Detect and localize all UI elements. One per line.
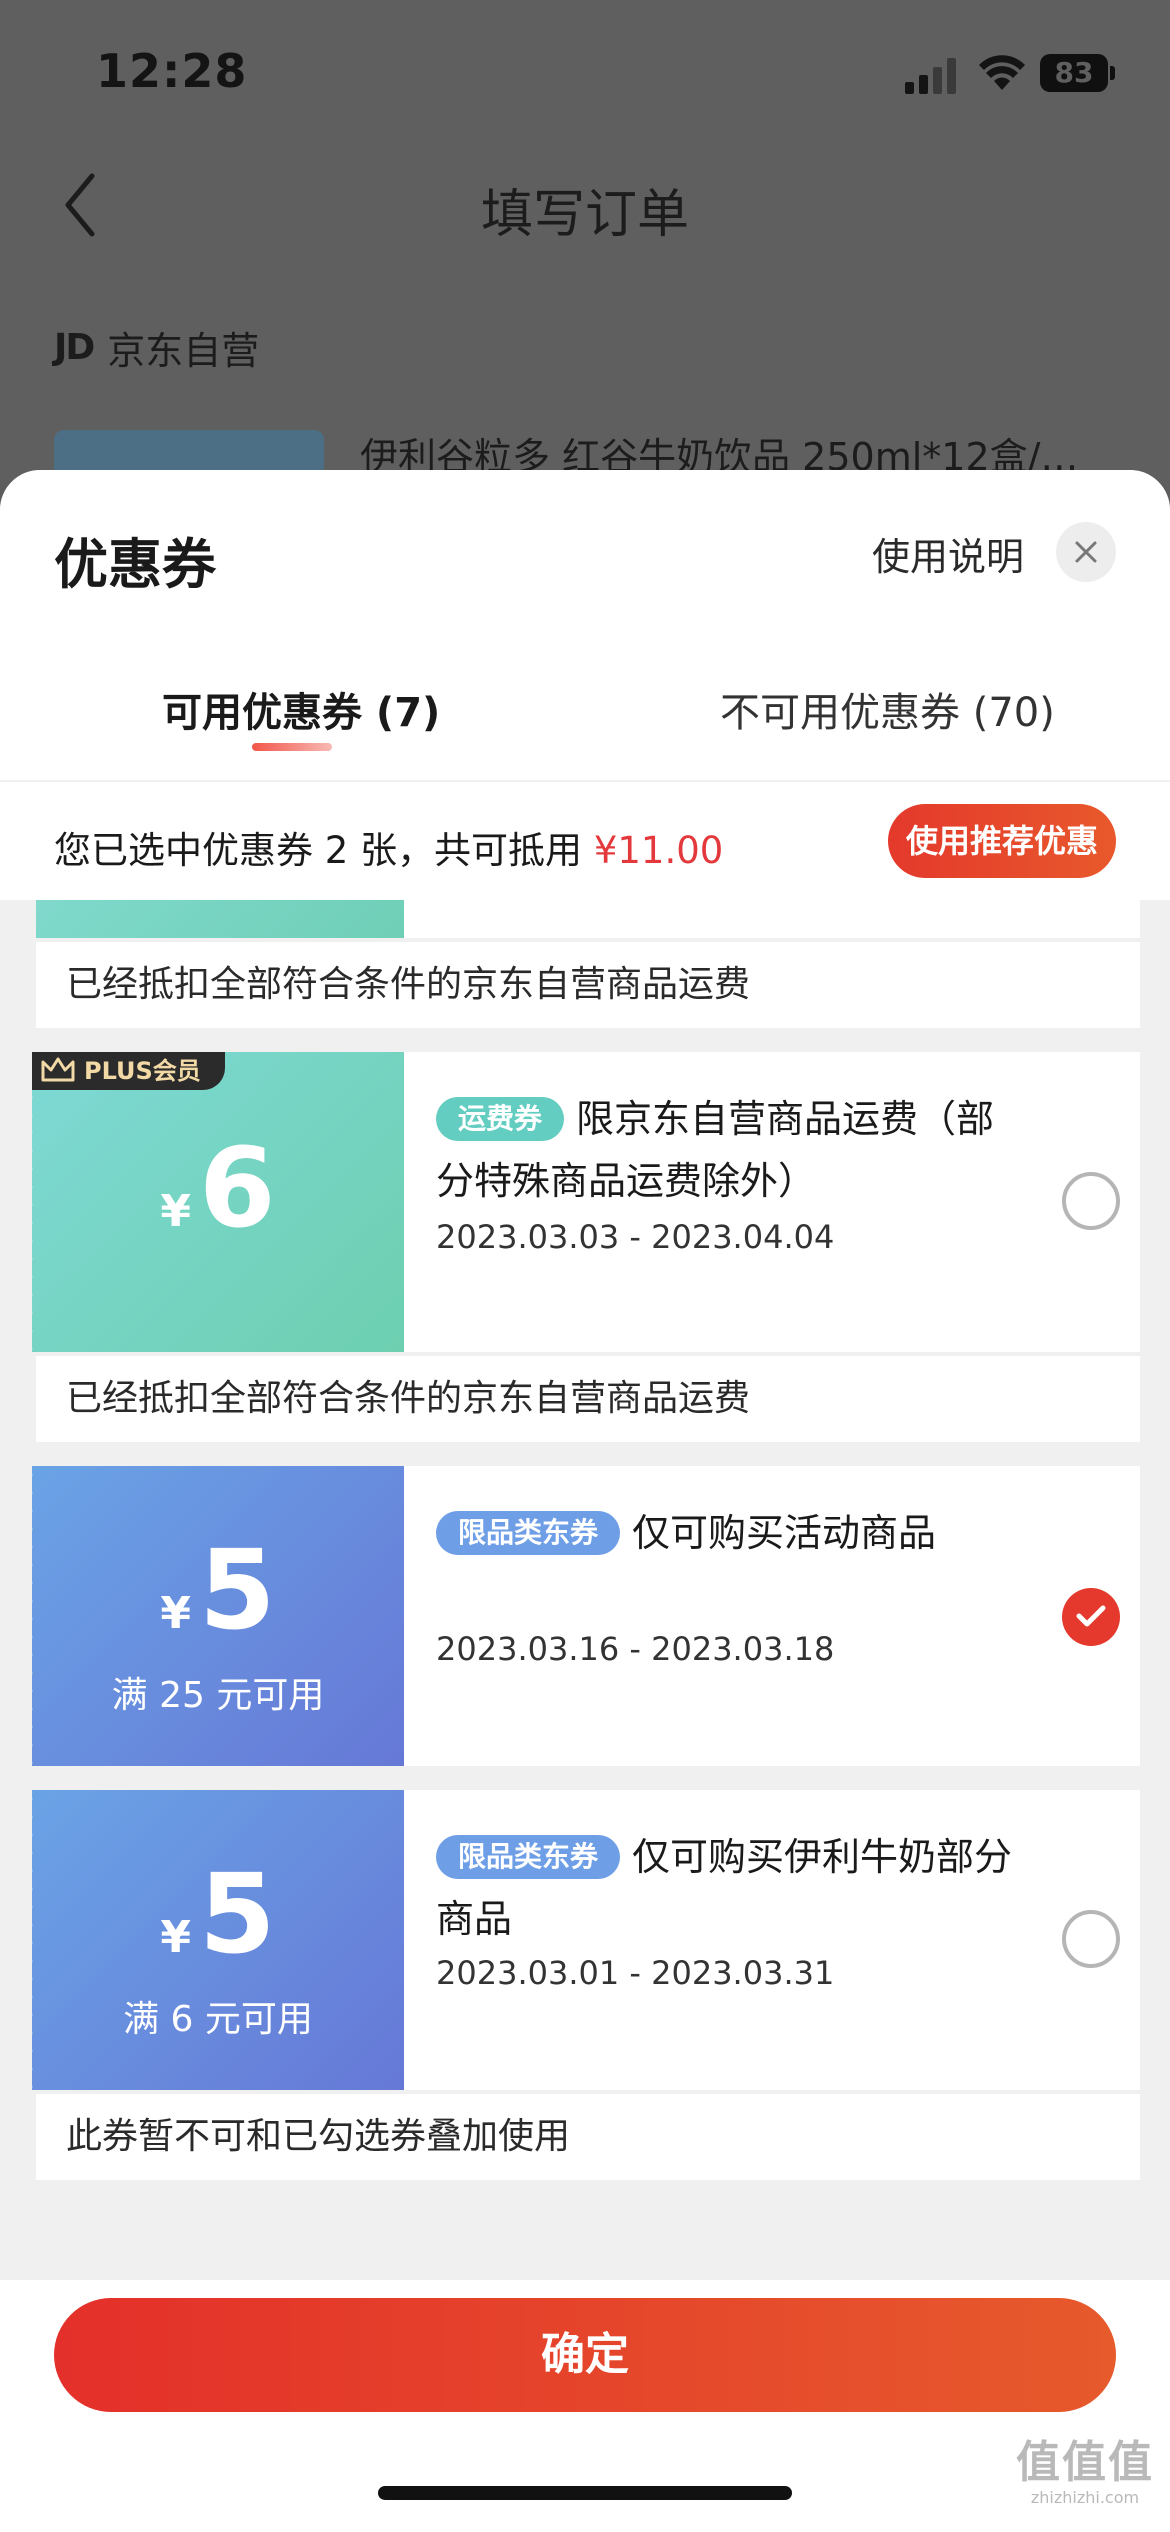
active-tab-indicator [252,743,332,751]
crown-icon [41,1057,75,1082]
coupon-amount: ¥6 [32,1124,404,1252]
tab-available-coupons[interactable]: 可用优惠券 (7) [162,680,440,740]
coupon-card[interactable]: ¥5 满 25 元可用 限品类东券 仅可购买活动商品 2023.03.16 - 2… [26,1466,1140,1766]
tab-unavailable-coupons[interactable]: 不可用优惠券 (70) [720,680,1055,740]
coupon-amount: ¥5 [32,1850,404,1978]
coupon-amount-panel: ¥5 满 25 元可用 [26,1466,404,1766]
coupon-validity: 2023.03.03 - 2023.04.04 [436,1218,835,1256]
currency-symbol: ¥ [160,1588,192,1639]
coupon-validity: 2023.03.16 - 2023.03.18 [436,1630,835,1668]
watermark-logo: 值值值 [1016,2437,1154,2488]
coupon-info: 限品类东券 仅可购买活动商品 [436,1502,1016,1564]
coupon-amount: ¥5 [32,1526,404,1654]
shop-name: 京东自营 [107,328,260,373]
page-title: 填写订单 [480,185,689,245]
currency-symbol: ¥ [160,1186,192,1237]
jd-logo: JD [54,326,95,368]
status-bar: 12:28 83 [0,0,1170,140]
coupon-note: 此券暂不可和已勾选券叠加使用 [36,2094,1140,2180]
amount-value: 5 [199,1526,276,1654]
coupon-description: 仅可购买活动商品 [632,1511,937,1555]
amount-value: 6 [199,1124,276,1252]
coupon-note: 已经抵扣全部符合条件的京东自营商品运费 [36,1356,1140,1442]
checkmark-icon [1076,1605,1106,1627]
order-page-background: 12:28 83 填写订单 JD 京东自营 伊利谷粒多 红谷牛奶饮品 250ml… [0,0,1170,490]
coupon-select-radio[interactable] [1062,1588,1120,1646]
coupon-stub-partial [36,900,404,938]
coupon-validity: 2023.03.01 - 2023.03.31 [436,1954,835,1992]
battery-indicator: 83 [1040,54,1115,92]
home-indicator[interactable] [378,2486,792,2500]
status-time: 12:28 [96,44,248,98]
coupon-info: 限品类东券 仅可购买伊利牛奶部分商品 [436,1826,1016,1950]
close-button[interactable] [1056,522,1116,582]
usage-help-link[interactable]: 使用说明 [872,526,1024,581]
summary-text: 您已选中优惠券 2 张，共可抵用 ¥11.00 [54,820,723,874]
cellular-signal-icon [905,58,956,94]
coupon-select-radio[interactable] [1062,1172,1120,1230]
sheet-title: 优惠券 [54,533,216,596]
coupon-amount-panel: ¥5 满 6 元可用 [26,1790,404,2090]
coupon-sheet: 优惠券 使用说明 可用优惠券 (7) 不可用优惠券 (70) 您已选中优惠券 2… [0,470,1170,2532]
coupon-card[interactable]: PLUS会员 ¥6 运费券 限京东自营商品运费（部分特殊商品运费除外） 2023.… [26,1052,1140,1352]
watermark-url: zhizhizhi.com [1030,2488,1140,2507]
confirm-button[interactable]: 确定 [54,2298,1116,2412]
summary-amount: ¥11.00 [593,829,724,872]
coupon-card[interactable]: ¥5 满 6 元可用 限品类东券 仅可购买伊利牛奶部分商品 2023.03.01 … [26,1790,1140,2090]
coupon-threshold: 满 6 元可用 [123,1999,313,2040]
coupon-card-partial [36,900,1140,938]
use-recommended-button[interactable]: 使用推荐优惠 [888,804,1116,878]
plus-badge-label: PLUS会员 [84,1057,201,1085]
coupon-info: 运费券 限京东自营商品运费（部分特殊商品运费除外） [436,1088,1016,1212]
battery-tip [1110,66,1115,80]
sheet-header: 优惠券 使用说明 可用优惠券 (7) 不可用优惠券 (70) [0,470,1170,780]
coupon-type-tag: 限品类东券 [436,1511,621,1555]
plus-member-badge: PLUS会员 [32,1052,225,1090]
site-watermark: 值值值 zhizhizhi.com [1010,2438,1160,2508]
coupon-threshold: 满 25 元可用 [111,1675,325,1716]
battery-level: 83 [1040,54,1108,92]
coupon-type-tag: 限品类东券 [436,1835,621,1879]
coupon-note: 已经抵扣全部符合条件的京东自营商品运费 [36,942,1140,1028]
coupon-amount-panel: PLUS会员 ¥6 [26,1052,404,1352]
selection-summary: 您已选中优惠券 2 张，共可抵用 ¥11.00 使用推荐优惠 [0,782,1170,900]
shop-row: JD 京东自营 [54,322,260,373]
coupon-select-radio[interactable] [1062,1910,1120,1968]
summary-prefix: 您已选中优惠券 2 张，共可抵用 [54,829,594,872]
coupon-type-tag: 运费券 [436,1097,565,1141]
currency-symbol: ¥ [160,1912,192,1963]
coupon-list[interactable]: 已经抵扣全部符合条件的京东自营商品运费 PLUS会员 ¥6 运费券 限京东自营商品… [0,900,1170,2280]
amount-value: 5 [199,1850,276,1978]
wifi-icon [979,55,1025,90]
close-icon [1075,541,1097,563]
